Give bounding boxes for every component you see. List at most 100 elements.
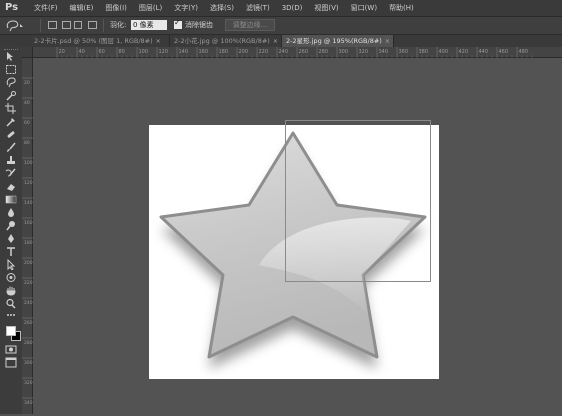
menu-layer[interactable]: 图层(L) (133, 0, 168, 16)
pen-icon[interactable] (5, 233, 17, 244)
menu-items: 文件(F) 编辑(E) 图像(I) 图层(L) 文字(Y) 选择(S) 滤镜(T… (28, 0, 420, 16)
foreground-color-swatch[interactable] (6, 326, 16, 336)
refine-edge-button[interactable]: 调整边缘... (225, 19, 275, 31)
ruler-tick-label: 100 (24, 160, 33, 166)
options-bar: 羽化: 0 像素 消除锯齿 调整边缘... (0, 17, 562, 35)
crop-icon[interactable] (5, 103, 17, 114)
type-icon[interactable] (5, 246, 17, 257)
healing-brush-icon[interactable] (5, 129, 17, 140)
gradient-icon[interactable] (5, 194, 17, 205)
eyedropper-icon[interactable] (5, 116, 17, 127)
menu-image[interactable]: 图像(I) (99, 0, 133, 16)
ruler-tick-label: 260 (24, 320, 33, 326)
brush-icon[interactable] (5, 142, 17, 153)
vertical-ruler-ticks: 20 40 60 80 100 120 140 160 180 200 220 240 260 280 30… (22, 77, 33, 406)
ruler-tick-label: 120 (159, 49, 169, 55)
tab-flower-jpg[interactable]: 2-2小花.jpg @ 100%(RGB/8#) × (170, 35, 282, 47)
ruler-tick-label: 80 (24, 140, 30, 146)
zoom-icon[interactable] (5, 298, 17, 309)
hand-icon[interactable] (5, 285, 17, 296)
subtract-selection-icon[interactable] (74, 21, 82, 29)
ruler-tick-label: 20 (59, 49, 65, 55)
ruler-tick-label: 120 (24, 180, 33, 186)
menu-type[interactable]: 文字(Y) (168, 0, 204, 16)
ruler-tick-label: 380 (419, 49, 429, 55)
dodge-icon[interactable] (5, 220, 17, 231)
close-icon[interactable]: × (385, 38, 390, 45)
ruler-tick-label: 400 (439, 49, 449, 55)
ruler-tick-label: 100 (139, 49, 149, 55)
tab-label: 2-2卡片.psd @ 50% (图层 1, RGB/8#) (34, 37, 153, 45)
more-tools-icon[interactable] (5, 311, 17, 319)
horizontal-ruler[interactable]: 20 40 60 80 100 120 140 160 180 200 220 240 260 280 30… (33, 47, 562, 58)
ruler-tick-label: 420 (459, 49, 469, 55)
menu-edit[interactable]: 编辑(E) (64, 0, 100, 16)
ruler-tick-label: 20 (24, 80, 30, 86)
menu-view[interactable]: 视图(V) (308, 0, 344, 16)
ruler-tick-label: 240 (24, 300, 33, 306)
menu-file[interactable]: 文件(F) (28, 0, 64, 16)
tab-label: 2-2星形.jpg @ 195%(RGB/8#) (286, 37, 382, 45)
vertical-ruler[interactable]: 20 40 60 80 100 120 140 160 180 200 220 240 260 280 30… (22, 58, 33, 414)
ruler-tick-label: 200 (239, 49, 249, 55)
quick-mask-icon[interactable] (5, 344, 17, 355)
clone-stamp-icon[interactable] (5, 155, 17, 166)
ruler-tick-label: 280 (24, 340, 33, 346)
menu-filter[interactable]: 滤镜(T) (240, 0, 276, 16)
tool-preset-picker[interactable] (4, 19, 26, 32)
menu-window[interactable]: 窗口(W) (345, 0, 383, 16)
horizontal-ruler-ticks: 20 40 60 80 100 120 140 160 180 200 220 240 260 280 30… (56, 47, 533, 58)
ruler-tick-label: 40 (24, 100, 30, 106)
ruler-tick-label: 340 (379, 49, 389, 55)
ruler-tick-label: 300 (339, 49, 349, 55)
blur-icon[interactable] (5, 207, 17, 218)
new-selection-icon[interactable] (48, 21, 57, 29)
ruler-tick-label: 460 (499, 49, 509, 55)
ruler-origin[interactable] (22, 47, 33, 58)
close-icon[interactable]: × (273, 38, 278, 45)
lasso-icon (6, 20, 23, 32)
ruler-tick-label: 80 (119, 49, 125, 55)
close-icon[interactable]: × (156, 38, 161, 45)
ruler-tick-label: 280 (319, 49, 329, 55)
menu-select[interactable]: 选择(S) (204, 0, 240, 16)
selection-marquee[interactable] (285, 120, 431, 282)
tab-label: 2-2小花.jpg @ 100%(RGB/8#) (174, 37, 270, 45)
ruler-tick-label: 60 (24, 120, 30, 126)
path-select-icon[interactable] (5, 259, 17, 270)
feather-input[interactable]: 0 像素 (131, 20, 167, 30)
ruler-tick-label: 180 (219, 49, 229, 55)
ruler-tick-label: 140 (179, 49, 189, 55)
ruler-tick-label: 300 (24, 360, 33, 366)
eraser-icon[interactable] (5, 181, 17, 192)
quick-select-icon[interactable] (5, 90, 17, 101)
app-logo: Ps (5, 2, 19, 13)
menu-help[interactable]: 帮助(H) (383, 0, 420, 16)
tab-star-jpg[interactable]: 2-2星形.jpg @ 195%(RGB/8#) × (282, 35, 394, 47)
ruler-tick-label: 260 (299, 49, 309, 55)
move-icon[interactable] (5, 51, 17, 62)
document-tab-bar: 2-2卡片.psd @ 50% (图层 1, RGB/8#) × 2-2小花.jp… (0, 35, 562, 47)
shape-icon[interactable] (5, 272, 17, 283)
ruler-tick-label: 360 (399, 49, 409, 55)
ruler-tick-label: 180 (24, 240, 33, 246)
marquee-icon[interactable] (5, 64, 17, 75)
lasso-icon[interactable] (5, 77, 17, 88)
ruler-tick-label: 40 (79, 49, 85, 55)
feather-label: 羽化: (110, 21, 127, 29)
ruler-tick-label: 240 (279, 49, 289, 55)
menu-3d[interactable]: 3D(D) (276, 0, 309, 16)
ruler-tick-label: 320 (24, 380, 33, 386)
history-brush-icon[interactable] (5, 168, 17, 179)
ruler-tick-label: 160 (24, 220, 33, 226)
tab-card-psd[interactable]: 2-2卡片.psd @ 50% (图层 1, RGB/8#) × (30, 35, 170, 47)
ruler-tick-label: 160 (199, 49, 209, 55)
ruler-tick-label: 220 (24, 280, 33, 286)
menu-bar: Ps 文件(F) 编辑(E) 图像(I) 图层(L) 文字(Y) 选择(S) 滤… (0, 0, 562, 17)
antialias-checkbox[interactable] (174, 18, 182, 29)
ruler-tick-label: 60 (99, 49, 105, 55)
add-selection-icon[interactable] (62, 21, 71, 29)
ruler-tick-label: 340 (24, 400, 33, 406)
intersect-selection-icon[interactable] (88, 21, 97, 29)
screen-mode-icon[interactable] (5, 357, 17, 368)
